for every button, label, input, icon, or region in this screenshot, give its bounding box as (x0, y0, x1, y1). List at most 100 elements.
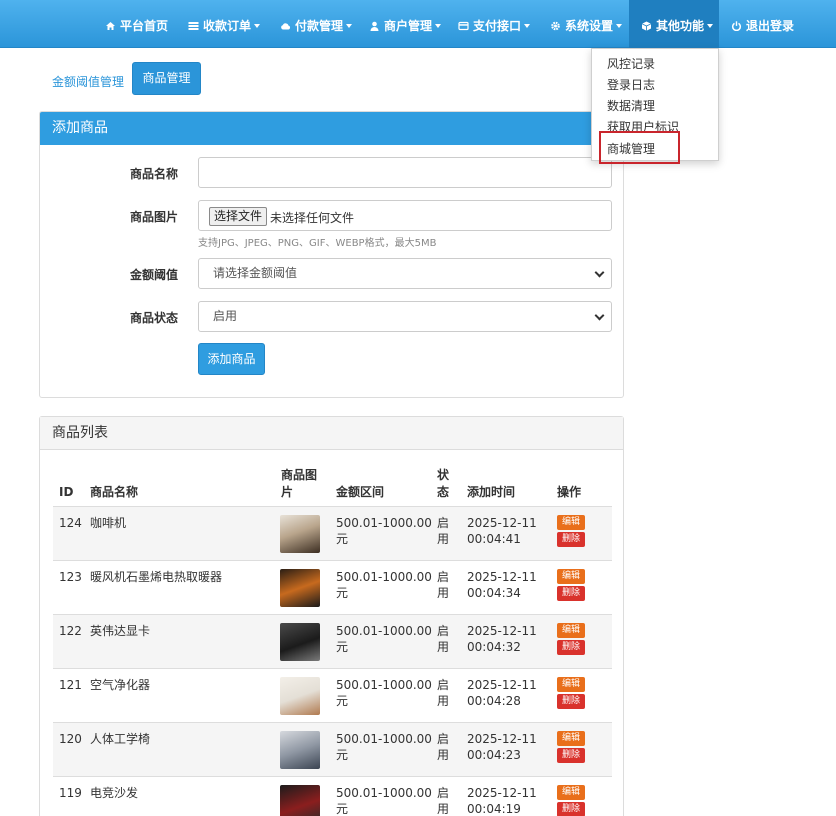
caret-down-icon (616, 24, 623, 28)
edit-button[interactable]: 编辑 (557, 731, 585, 746)
table-row: 121 空气净化器 500.01-1000.00 元 启 用 2025-12-1… (53, 668, 612, 722)
edit-button[interactable]: 编辑 (557, 785, 585, 800)
row-range: 500.01-1000.00 (336, 786, 432, 800)
nav-other[interactable]: 其他功能 (629, 0, 719, 48)
header-status-2: 态 (437, 485, 450, 499)
status-select[interactable]: 启用 (198, 301, 612, 332)
table-row: 120 人体工学椅 500.01-1000.00 元 启 用 2025-12-1… (53, 722, 612, 776)
nav-orders-label: 收款订单 (203, 19, 252, 33)
nav-settings-label: 系统设置 (565, 19, 614, 33)
row-id: 122 (59, 624, 82, 638)
row-status: 启 (437, 624, 450, 638)
threshold-select[interactable]: 请选择金额阈值 (198, 258, 612, 289)
row-name: 暖风机石墨烯电热取暖器 (90, 570, 223, 584)
power-icon (732, 21, 741, 31)
threshold-label: 金额阈值 (130, 268, 179, 282)
menu-item-login-log[interactable]: 登录日志 (607, 76, 655, 93)
row-status-2: 用 (437, 694, 450, 708)
caret-down-icon (254, 24, 261, 28)
row-status: 启 (437, 516, 450, 530)
header-image-1: 商品图 (281, 468, 318, 482)
row-range: 500.01-1000.00 (336, 624, 432, 638)
product-thumbnail (280, 515, 320, 553)
nav-payout-label: 付款管理 (295, 19, 344, 33)
menu-item-risk-log[interactable]: 风控记录 (607, 55, 655, 72)
row-range-unit: 元 (336, 532, 349, 546)
row-date: 2025-12-11 (467, 678, 537, 692)
add-product-button[interactable]: 添加商品 (198, 343, 265, 375)
product-thumbnail (280, 623, 320, 661)
row-time: 00:04:41 (467, 532, 521, 546)
table-row: 124 咖啡机 500.01-1000.00 元 启 用 2025-12-11 … (53, 506, 612, 560)
row-id: 120 (59, 732, 82, 746)
nav-home-label: 平台首页 (120, 19, 169, 33)
gear-icon (551, 21, 560, 31)
row-name: 电竞沙发 (90, 786, 139, 800)
nav-merchant[interactable]: 商户管理 (369, 0, 442, 48)
chevron-down-icon (594, 267, 605, 278)
edit-button[interactable]: 编辑 (557, 569, 585, 584)
caret-down-icon (707, 24, 714, 28)
row-status-2: 用 (437, 802, 450, 816)
tab-amount-threshold[interactable]: 金额阈值管理 (52, 73, 124, 90)
nav-logout[interactable]: 退出登录 (731, 0, 794, 48)
nav-home[interactable]: 平台首页 (105, 0, 168, 48)
table-row: 123 暖风机石墨烯电热取暖器 500.01-1000.00 元 启 用 202… (53, 560, 612, 614)
row-time: 00:04:32 (467, 640, 521, 654)
row-range: 500.01-1000.00 (336, 732, 432, 746)
nav-payout[interactable]: 付款管理 (280, 0, 353, 48)
row-id: 124 (59, 516, 82, 530)
caret-down-icon (524, 24, 531, 28)
row-status: 启 (437, 732, 450, 746)
edit-button[interactable]: 编辑 (557, 623, 585, 638)
delete-button[interactable]: 删除 (557, 586, 585, 601)
cube-icon (641, 21, 652, 31)
nav-settings[interactable]: 系统设置 (550, 0, 623, 48)
tab-product-management[interactable]: 商品管理 (132, 62, 201, 95)
row-id: 121 (59, 678, 82, 692)
table-row: 122 英伟达显卡 500.01-1000.00 元 启 用 2025-12-1… (53, 614, 612, 668)
other-functions-dropdown: 风控记录 登录日志 数据清理 获取用户标识 商城管理 (591, 48, 719, 164)
nav-orders[interactable]: 收款订单 (188, 0, 261, 48)
edit-button[interactable]: 编辑 (557, 677, 585, 692)
nav-payment-api[interactable]: 支付接口 (458, 0, 531, 48)
mall-management-highlight-box (599, 131, 680, 164)
header-name: 商品名称 (90, 485, 139, 499)
product-thumbnail (280, 731, 320, 769)
row-time: 00:04:28 (467, 694, 521, 708)
status-label: 商品状态 (130, 311, 179, 325)
delete-button[interactable]: 删除 (557, 748, 585, 763)
chevron-down-icon (594, 310, 605, 321)
product-image-file-input[interactable]: 选择文件 未选择任何文件 (198, 200, 612, 231)
row-id: 123 (59, 570, 82, 584)
product-thumbnail (280, 569, 320, 607)
row-range: 500.01-1000.00 (336, 516, 432, 530)
delete-button[interactable]: 删除 (557, 532, 585, 547)
product-name-input[interactable] (198, 157, 612, 188)
product-thumbnail (280, 677, 320, 715)
delete-button[interactable]: 删除 (557, 640, 585, 655)
table-row: 119 电竞沙发 500.01-1000.00 元 启 用 2025-12-11… (53, 776, 612, 816)
edit-button[interactable]: 编辑 (557, 515, 585, 530)
delete-button[interactable]: 删除 (557, 802, 585, 816)
nav-other-label: 其他功能 (656, 19, 705, 33)
row-time: 00:04:19 (467, 802, 521, 816)
product-image-label: 商品图片 (130, 210, 179, 224)
row-status-2: 用 (437, 748, 450, 762)
row-range: 500.01-1000.00 (336, 678, 432, 692)
choose-file-button[interactable]: 选择文件 (209, 207, 268, 226)
row-status-2: 用 (437, 640, 450, 654)
product-list-panel: 商品列表 ID 商品名称 商品图 片 金额区间 状 态 添加时间 操作 124 … (39, 416, 624, 816)
row-range-unit: 元 (336, 586, 349, 600)
row-name: 人体工学椅 (90, 732, 151, 746)
add-product-title: 添加商品 (40, 112, 623, 145)
delete-button[interactable]: 删除 (557, 694, 585, 709)
header-status-1: 状 (437, 468, 450, 482)
nav-logout-label: 退出登录 (746, 19, 795, 33)
row-range-unit: 元 (336, 640, 349, 654)
row-status: 启 (437, 678, 450, 692)
row-status: 启 (437, 786, 450, 800)
nav-merchant-label: 商户管理 (384, 19, 433, 33)
menu-item-data-cleanup[interactable]: 数据清理 (607, 97, 655, 114)
row-id: 119 (59, 786, 82, 800)
